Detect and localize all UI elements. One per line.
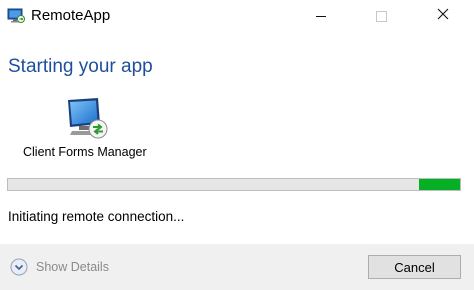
cancel-button[interactable]: Cancel bbox=[368, 255, 461, 279]
maximize-icon bbox=[375, 10, 387, 22]
show-details-label: Show Details bbox=[36, 260, 109, 274]
close-button[interactable] bbox=[420, 0, 466, 32]
footer-bar: Show Details Cancel bbox=[0, 244, 474, 290]
close-icon bbox=[437, 7, 449, 25]
remote-computer-icon bbox=[64, 96, 110, 142]
progress-bar bbox=[7, 178, 461, 191]
program-name: Client Forms Manager bbox=[23, 145, 147, 159]
minimize-button[interactable] bbox=[298, 0, 344, 32]
chevron-down-circle-icon bbox=[10, 258, 28, 276]
title-bar[interactable]: RemoteApp bbox=[0, 0, 474, 32]
remoteapp-icon bbox=[7, 8, 25, 24]
remoteapp-window: RemoteApp Starting your app Client Forms… bbox=[0, 0, 474, 290]
show-details-toggle[interactable]: Show Details bbox=[10, 258, 109, 276]
window-title: RemoteApp bbox=[31, 7, 111, 24]
progress-indicator bbox=[419, 179, 460, 190]
maximize-button[interactable] bbox=[358, 0, 404, 32]
status-text: Initiating remote connection... bbox=[8, 209, 185, 224]
page-title: Starting your app bbox=[8, 56, 153, 77]
minimize-icon bbox=[316, 15, 326, 17]
